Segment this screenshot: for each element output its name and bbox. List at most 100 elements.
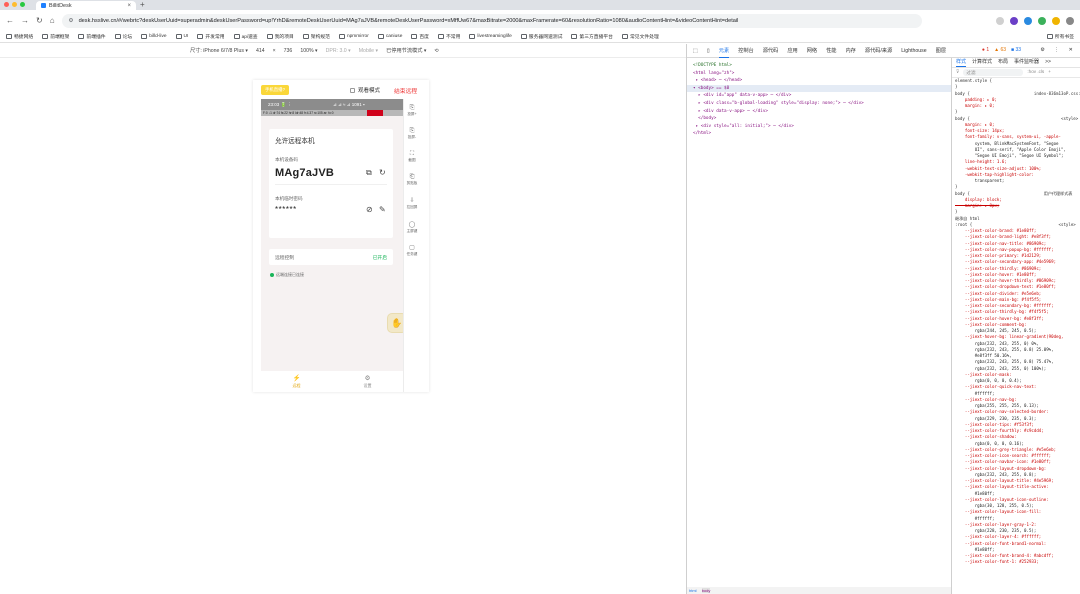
issue-counters[interactable]: ● 1 ▲ 63 ■ 33 xyxy=(982,47,1021,53)
dom-line[interactable]: ▸ <div class="b-global-loading" style="d… xyxy=(693,101,864,106)
tab-lighthouse[interactable]: Lighthouse xyxy=(901,45,926,57)
height-input[interactable]: 736 xyxy=(284,48,293,54)
bookmark-folder[interactable]: 我的项目 xyxy=(266,33,294,40)
bookmark-link[interactable]: caniuse xyxy=(377,34,402,39)
rail-item-cast-plus[interactable]: ⎘ 投屏+ xyxy=(404,105,420,117)
bookmark-folder[interactable]: 前端框架 xyxy=(42,33,69,40)
dom-line[interactable]: ▸ <div data-v-app> ⋯ </div> xyxy=(693,109,768,114)
tab-application[interactable]: 应用 xyxy=(787,44,797,57)
tab-layers[interactable]: 图层 xyxy=(936,44,946,57)
nav-item-remote[interactable]: ⚡ 远程 xyxy=(261,371,332,392)
tab-styles[interactable]: 样式 xyxy=(956,58,967,68)
bookmark-folder[interactable]: api速查 xyxy=(233,33,258,40)
rail-item-pull[interactable]: ⇩ 拉回屏 xyxy=(404,198,420,210)
inspect-icon[interactable]: ⬚ xyxy=(693,48,698,54)
bookmark-folder[interactable]: 架构规范 xyxy=(302,33,330,40)
zoom-select[interactable]: 100% ▾ xyxy=(300,48,317,54)
bookmark-folder[interactable]: UI xyxy=(175,34,188,39)
close-tab-icon[interactable]: × xyxy=(127,3,131,9)
nav-item-settings[interactable]: ⚙ 设置 xyxy=(332,371,403,392)
view-mode-toggle[interactable]: 观看模式 xyxy=(350,86,380,94)
bookmark-star-icon[interactable] xyxy=(996,16,1004,25)
window-controls[interactable] xyxy=(4,2,25,7)
reload-icon[interactable]: ↻ xyxy=(36,16,43,25)
more-tabs[interactable]: >> xyxy=(1045,59,1051,65)
hide-password-icon[interactable]: ⊘ xyxy=(366,206,373,214)
dom-line[interactable]: </body> xyxy=(693,116,716,121)
bookmark-folder[interactable]: 不常用 xyxy=(437,33,460,40)
width-input[interactable]: 414 xyxy=(256,48,265,54)
mode-select[interactable]: Mobile ▾ xyxy=(359,48,378,54)
gear-icon[interactable]: ⚙ xyxy=(1040,47,1045,53)
tab-network[interactable]: 网络 xyxy=(807,44,817,57)
bookmark-folder[interactable]: npmmirror xyxy=(338,34,369,39)
bookmark-folder[interactable]: 开发常用 xyxy=(197,33,225,40)
maximize-window-icon[interactable] xyxy=(20,2,25,7)
profile-avatar[interactable] xyxy=(1066,16,1074,25)
dom-line[interactable]: ▸ <div style="all: initial;"> ⋯ </div> xyxy=(693,124,794,129)
dpr-select[interactable]: DPR: 3.0 ▾ xyxy=(326,48,351,54)
tab-console[interactable]: 控制台 xyxy=(738,44,754,57)
dom-line[interactable]: </html> xyxy=(693,131,711,136)
dom-line[interactable]: ▸ <head> ⋯ </head> xyxy=(693,78,743,83)
style-line[interactable]: --jiext-hover-bg: linear-gradient(90deg, xyxy=(952,334,1080,340)
breadcrumb-item[interactable]: html xyxy=(689,588,697,593)
close-window-icon[interactable] xyxy=(4,2,9,7)
remote-screen[interactable]: 23:03 🔋 ⋮ ⊿ ⊿ ≈ ⊿ 1091 ▪ F:0 ↓1 dr:74 fs… xyxy=(261,99,407,371)
hov-cls-toggle[interactable]: :hov .cls xyxy=(1027,69,1044,75)
bookmark-folder[interactable]: 第三方直播平台 xyxy=(571,33,613,40)
home-icon[interactable]: ⌂ xyxy=(50,16,55,25)
throttle-select[interactable]: 已停用节流模式 ▾ xyxy=(386,47,426,54)
dom-line[interactable]: <!DOCTYPE html> xyxy=(693,63,732,68)
bookmark-folder[interactable]: 论坛 xyxy=(114,33,132,40)
dom-line[interactable]: ▸ <div id="app" data-v-app> ⋯ </div> xyxy=(693,93,791,98)
dom-line[interactable]: <html lang="zh"> xyxy=(693,71,734,76)
rail-item-home[interactable]: ◯ 主屏键 xyxy=(404,222,420,234)
device-toggle-icon[interactable]: ▯ xyxy=(707,48,710,54)
address-bar[interactable]: ⚙ desk.hsslive.cn/#/webrtc?deskUserUuid=… xyxy=(61,13,922,28)
bookmark-folder[interactable]: billd-live xyxy=(141,34,167,39)
device-select[interactable]: 尺寸: iPhone 6/7/8 Plus ▾ xyxy=(190,47,248,54)
style-line[interactable]: body { 用户代理样式表 xyxy=(952,191,1080,197)
extension-icon[interactable] xyxy=(1038,16,1046,25)
style-line[interactable]: body { <style> xyxy=(952,116,1080,122)
bookmark-folder[interactable]: livestreaminglife xyxy=(469,34,512,39)
refresh-icon[interactable]: ↻ xyxy=(379,169,387,177)
filter-input[interactable]: 过滤 xyxy=(963,69,1024,76)
rail-item-screenshot[interactable]: ⛶ 截图 xyxy=(404,151,420,163)
style-line[interactable]: body { index-836m13oP.css:1 xyxy=(952,91,1080,97)
close-devtools-icon[interactable]: ✕ xyxy=(1069,47,1073,53)
extension-icon[interactable] xyxy=(1024,16,1032,25)
new-tab-icon[interactable]: + xyxy=(140,0,145,9)
rail-item-cast-minus[interactable]: ⎘ 投屏- xyxy=(404,128,420,140)
extension-icon[interactable] xyxy=(1052,16,1060,25)
bookmark-folder[interactable]: 常见文件处理 xyxy=(621,33,659,40)
bookmark-folder[interactable]: 服务器网速测试 xyxy=(520,33,562,40)
tab-sources-origin[interactable]: 源代码/来源 xyxy=(865,44,892,57)
remote-control-status[interactable]: 已开启 xyxy=(373,254,387,261)
all-bookmarks[interactable]: 所有书签 xyxy=(1046,33,1074,40)
live-badge[interactable]: 手机直播? xyxy=(261,84,290,95)
minimize-window-icon[interactable] xyxy=(12,2,17,7)
view-mode-checkbox[interactable] xyxy=(350,87,355,93)
bookmark-link[interactable]: 百度 xyxy=(411,33,429,40)
dom-line-selected[interactable]: ▾ <body> == $0 xyxy=(687,84,951,93)
breadcrumb-item[interactable]: body xyxy=(701,588,711,593)
tab-memory[interactable]: 内存 xyxy=(845,44,855,57)
rotate-icon[interactable]: ⟲ xyxy=(434,48,438,54)
edit-icon[interactable]: ✎ xyxy=(379,206,386,214)
tab-computed[interactable]: 计算样式 xyxy=(972,59,992,65)
style-line[interactable]: --jiext-color-font-1: #252933; xyxy=(952,559,1080,565)
extension-icon[interactable] xyxy=(1010,16,1018,25)
elements-tree[interactable]: <!DOCTYPE html> <html lang="zh"> ▸ <head… xyxy=(687,58,951,594)
style-line[interactable]: font-family: v-sans, system-ui, -apple- xyxy=(952,134,1080,140)
bookmark-folder[interactable]: 畅捷网络 xyxy=(6,33,33,40)
forward-icon[interactable]: → xyxy=(21,16,29,25)
rail-item-clipboard[interactable]: ⎗ 剪贴板 xyxy=(404,174,420,186)
end-remote-button[interactable]: 结束远程 xyxy=(394,86,417,95)
tab-event-listeners[interactable]: 事件监听器 xyxy=(1014,59,1039,65)
bookmark-folder[interactable]: 前端插件 xyxy=(78,33,106,40)
browser-tab[interactable]: BillitDesk × xyxy=(36,1,136,10)
copy-icon[interactable]: ⧉ xyxy=(366,169,374,177)
tab-performance[interactable]: 性能 xyxy=(826,44,836,57)
